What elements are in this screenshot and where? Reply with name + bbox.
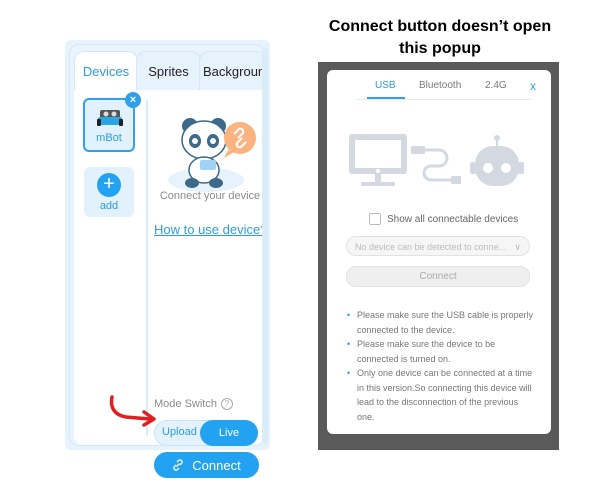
devices-panel: Devices Sprites Background × mBot + add (65, 40, 270, 478)
devices-panel-inner: Devices Sprites Background × mBot + add (69, 44, 267, 478)
close-icon[interactable]: × (125, 92, 141, 108)
popup-tab-usb[interactable]: USB (375, 80, 396, 91)
annotation-caption: Connect button doesn’t open this popup (328, 18, 552, 57)
connect-button[interactable]: Connect (154, 452, 259, 478)
device-select[interactable]: No device can be detected to conne... ∨ (346, 236, 530, 256)
annotation-arrow (109, 395, 156, 427)
show-all-label: Show all connectable devices (387, 213, 519, 225)
connect-device-dialog: USB Bluetooth 2.4G x Show all connectabl… (327, 70, 551, 434)
link-icon (173, 459, 183, 471)
mode-switch-label: Mode Switch ? (154, 398, 233, 410)
active-tab-indicator (367, 97, 405, 99)
connect-hint: Connect your device (159, 190, 261, 202)
device-card-mbot[interactable]: × mBot (83, 92, 141, 152)
divider (146, 100, 148, 436)
show-all-row[interactable]: Show all connectable devices (369, 213, 518, 225)
device-select-placeholder: No device can be detected to conne... (355, 242, 507, 252)
tab-devices[interactable]: Devices (74, 51, 138, 91)
mode-toggle[interactable]: Upload Live (154, 420, 258, 446)
close-icon[interactable]: x (530, 79, 536, 93)
tip-item: Please make sure the USB cable is proper… (347, 308, 537, 337)
tab-divider (357, 99, 531, 100)
devices-content: × mBot + add Connect your device How to … (74, 90, 267, 478)
show-all-checkbox[interactable] (369, 213, 381, 225)
tips-list: Please make sure the USB cable is proper… (347, 308, 537, 424)
usb-connection-illustration (349, 134, 524, 186)
scrollbar[interactable] (262, 48, 268, 444)
mode-live[interactable]: Live (200, 420, 258, 446)
chevron-down-icon: ∨ (514, 242, 521, 252)
mode-upload[interactable]: Upload (162, 426, 197, 438)
popup-connect-button[interactable]: Connect (346, 266, 530, 287)
connect-button-label: Connect (192, 457, 241, 473)
tab-background[interactable]: Background (199, 51, 266, 91)
mbot-robot-icon (97, 110, 123, 126)
tab-sprites[interactable]: Sprites (136, 51, 201, 91)
panda-illustration (168, 118, 256, 192)
plus-icon: + (97, 173, 121, 197)
popup-tab-2-4g[interactable]: 2.4G (485, 80, 507, 91)
popup-tab-bluetooth[interactable]: Bluetooth (419, 80, 461, 91)
question-icon[interactable]: ? (220, 398, 233, 410)
screenshot-frame: USB Bluetooth 2.4G x Show all connectabl… (318, 62, 559, 450)
add-device-button[interactable]: + add (84, 167, 134, 217)
add-label: add (99, 200, 119, 212)
tip-item: Only one device can be connected at a ti… (347, 366, 537, 424)
tip-item: Please make sure the device to be connec… (347, 337, 537, 366)
how-to-use-link[interactable]: How to use device? (154, 222, 267, 237)
device-name: mBot (96, 132, 122, 144)
